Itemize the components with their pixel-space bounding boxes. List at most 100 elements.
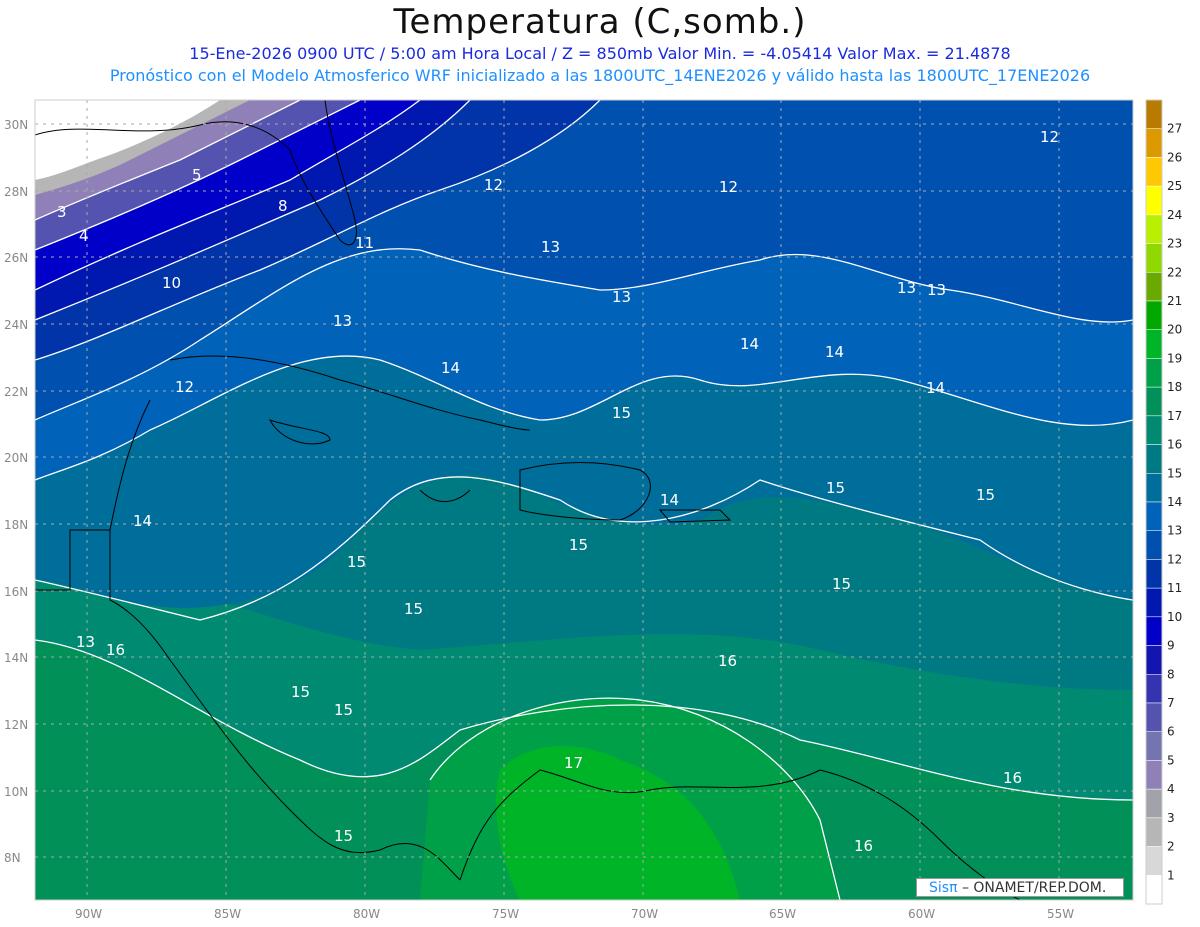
lat-tick-label: 22N xyxy=(4,385,28,399)
colorbar-label: 20 xyxy=(1167,323,1182,337)
colorbar-swatch xyxy=(1145,788,1163,819)
contour-label: 16 xyxy=(854,837,873,855)
colorbar-swatch xyxy=(1145,99,1163,129)
contour-label: 13 xyxy=(76,633,95,651)
contour-label: 15 xyxy=(569,536,588,554)
contour-label: 15 xyxy=(334,827,353,845)
sispi-logo: Sisπ xyxy=(929,880,958,896)
lat-tick-label: 8N xyxy=(4,851,21,865)
contour-label: 14 xyxy=(825,343,844,361)
colorbar-label: 5 xyxy=(1167,753,1175,767)
contour-label: 13 xyxy=(927,281,946,299)
contour-label: 12 xyxy=(1040,128,1059,146)
colorbar-swatch xyxy=(1145,185,1163,216)
contour-label: 15 xyxy=(832,575,851,593)
contour-label: 16 xyxy=(106,641,125,659)
colorbar-label: 8 xyxy=(1167,667,1175,681)
colorbar-label: 1 xyxy=(1167,868,1175,882)
contour-label: 16 xyxy=(1003,769,1022,787)
colorbar-label: 2 xyxy=(1167,840,1175,854)
contour-label: 11 xyxy=(355,234,374,252)
colorbar-swatch xyxy=(1145,616,1163,646)
colorbar-label: 6 xyxy=(1167,725,1175,739)
colorbar-label: 25 xyxy=(1167,179,1182,193)
colorbar-swatch xyxy=(1145,473,1163,503)
lon-tick-label: 70W xyxy=(631,907,658,921)
contour-label: 17 xyxy=(564,754,583,772)
colorbar-swatch xyxy=(1145,214,1163,244)
lat-tick-label: 18N xyxy=(4,518,28,532)
contour-label: 12 xyxy=(719,178,738,196)
lat-tick-label: 14N xyxy=(4,651,28,665)
contour-label: 14 xyxy=(133,512,152,530)
contour-label: 15 xyxy=(334,701,353,719)
lon-tick-label: 65W xyxy=(769,907,796,921)
lat-tick-label: 24N xyxy=(4,318,28,332)
lon-tick-label: 90W xyxy=(75,907,102,921)
colorbar-label: 4 xyxy=(1167,782,1175,796)
temperature-map: 12 5 12 12 3 8 4 11 13 10 13 13 13 13 14… xyxy=(4,99,1182,921)
contour-label: 13 xyxy=(333,312,352,330)
contour-label: 15 xyxy=(826,479,845,497)
colorbar-swatch xyxy=(1145,243,1163,273)
contour-label: 15 xyxy=(404,600,423,618)
colorbar-swatch xyxy=(1145,501,1163,531)
contour-label: 12 xyxy=(175,378,194,396)
contour-label: 14 xyxy=(441,359,460,377)
colorbar-label: 13 xyxy=(1167,524,1182,538)
contour-label: 14 xyxy=(740,335,759,353)
colorbar-label: 15 xyxy=(1167,466,1182,480)
colorbar-label: 9 xyxy=(1167,639,1175,653)
colorbar-label: 11 xyxy=(1167,581,1182,595)
contour-label: 16 xyxy=(718,652,737,670)
lat-tick-label: 26N xyxy=(4,251,28,265)
colorbar-swatch xyxy=(1145,272,1163,302)
colorbar-label: 7 xyxy=(1167,696,1175,710)
contour-label: 13 xyxy=(897,279,916,297)
lon-tick-label: 80W xyxy=(353,907,380,921)
contour-label: 5 xyxy=(192,166,202,184)
colorbar-label: 10 xyxy=(1167,610,1182,624)
contour-label: 15 xyxy=(291,683,310,701)
contour-label: 10 xyxy=(162,274,181,292)
contour-label: 8 xyxy=(278,197,288,215)
colorbar-swatch xyxy=(1145,817,1163,847)
colorbar-swatch xyxy=(1145,300,1163,330)
colorbar-swatch xyxy=(1145,128,1163,158)
colorbar-label: 22 xyxy=(1167,265,1182,279)
lat-tick-label: 10N xyxy=(4,785,28,799)
contour-label: 15 xyxy=(612,404,631,422)
contour-label: 14 xyxy=(660,491,679,509)
colorbar-swatch xyxy=(1145,846,1163,876)
colorbar-swatch xyxy=(1145,731,1163,761)
contour-label: 14 xyxy=(926,379,945,397)
colorbar-label: 24 xyxy=(1167,208,1182,222)
contour-label: 12 xyxy=(484,176,503,194)
lat-axis: 30N 28N 26N 24N 22N 20N 18N 16N 14N 12N … xyxy=(4,118,28,865)
colorbar-swatch xyxy=(1145,587,1163,618)
colorbar-swatch xyxy=(1145,444,1163,474)
colorbar-swatch xyxy=(1145,530,1163,560)
colorbar-swatch xyxy=(1145,760,1163,790)
lon-axis: 90W 85W 80W 75W 70W 65W 60W 55W xyxy=(75,907,1074,921)
contour-label: 3 xyxy=(57,203,67,221)
colorbar-label: 14 xyxy=(1167,495,1182,509)
shaded-field: 12 5 12 12 3 8 4 11 13 10 13 13 13 13 14… xyxy=(35,100,1133,900)
colorbar-swatch xyxy=(1145,157,1163,187)
lat-tick-label: 16N xyxy=(4,585,28,599)
contour-label: 13 xyxy=(612,288,631,306)
colorbar-swatch xyxy=(1145,329,1163,359)
lat-tick-label: 28N xyxy=(4,185,28,199)
colorbar-swatch xyxy=(1145,358,1163,388)
colorbar-legend: 2726252423222120191817161514131211109876… xyxy=(1145,99,1182,905)
contour-label: 4 xyxy=(79,227,89,245)
credit-text: – ONAMET/REP.DOM. xyxy=(961,880,1107,896)
credit-box: Sisπ – ONAMET/REP.DOM. xyxy=(916,878,1124,897)
colorbar-label: 16 xyxy=(1167,438,1182,452)
lon-tick-label: 75W xyxy=(492,907,519,921)
colorbar-swatch xyxy=(1145,674,1163,704)
colorbar-label: 12 xyxy=(1167,552,1182,566)
contour-label: 13 xyxy=(541,238,560,256)
colorbar-swatch xyxy=(1145,645,1163,675)
colorbar-swatch xyxy=(1145,415,1163,445)
